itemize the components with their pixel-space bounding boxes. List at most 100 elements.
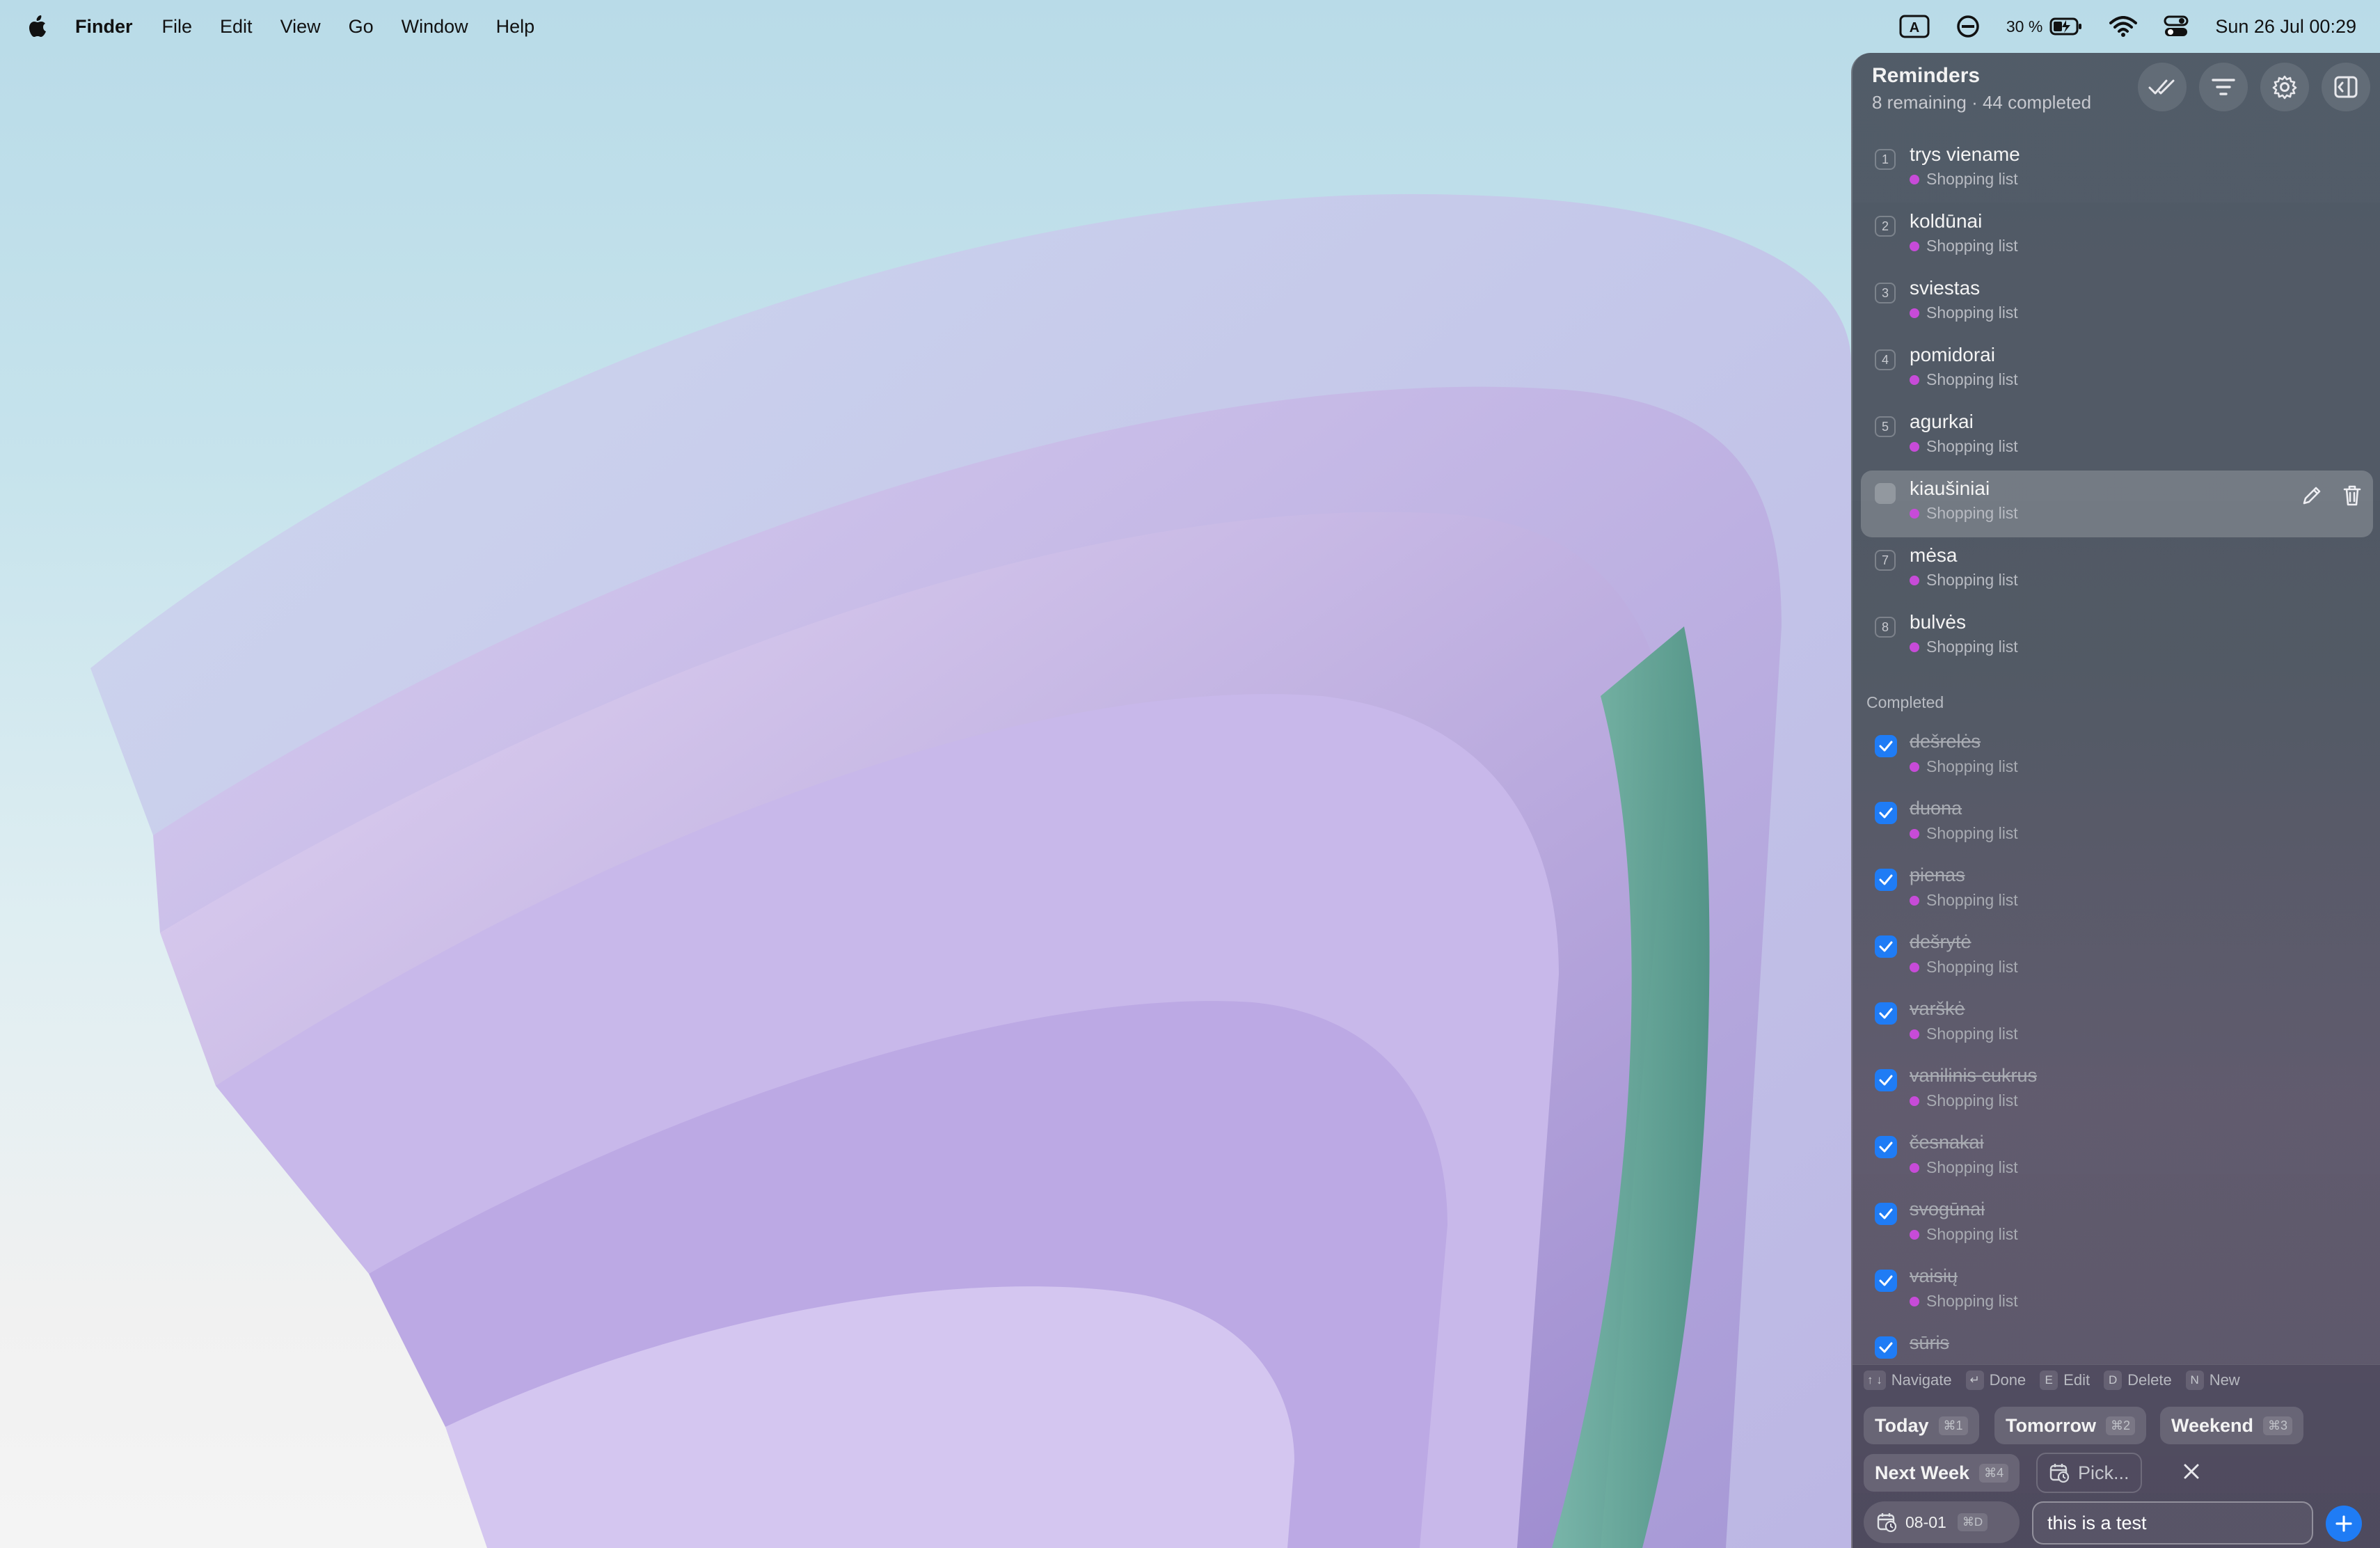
reminder-index[interactable]: 5: [1875, 416, 1896, 437]
reminder-list: Shopping list: [1910, 370, 2018, 389]
reminder-list-label: Shopping list: [1926, 958, 2018, 976]
due-date-chip[interactable]: 08-01 ⌘D: [1864, 1501, 2020, 1543]
chip-label: Weekend: [2171, 1414, 2254, 1436]
completed-row[interactable]: dešrytė Shopping list: [1861, 926, 2373, 993]
reminder-list-label: Shopping list: [1926, 504, 2018, 522]
mark-all-done-button[interactable]: [2138, 63, 2187, 111]
reminder-list-label: Shopping list: [1926, 237, 2018, 255]
reminder-list: Shopping list: [1910, 237, 2018, 255]
toggle-sidebar-button[interactable]: [2322, 63, 2370, 111]
completed-row[interactable]: varškė Shopping list: [1861, 993, 2373, 1059]
apple-menu-icon[interactable]: [26, 13, 50, 40]
reminder-row[interactable]: 1 trys viename Shopping list: [1861, 136, 2373, 203]
completed-row[interactable]: svogūnai Shopping list: [1861, 1193, 2373, 1260]
quick-date-today-button[interactable]: Today ⌘1: [1864, 1407, 1979, 1444]
checked-checkbox-icon[interactable]: [1875, 1336, 1897, 1359]
menu-edit[interactable]: Edit: [220, 16, 253, 38]
list-color-dot: [1910, 1296, 1919, 1306]
list-color-dot: [1910, 1162, 1919, 1173]
reminder-index[interactable]: 7: [1875, 550, 1896, 571]
double-check-icon: [2148, 78, 2176, 96]
menu-app-name[interactable]: Finder: [75, 16, 133, 38]
panel-title: Reminders: [1872, 64, 1981, 87]
wifi-icon[interactable]: [2109, 16, 2138, 37]
list-color-dot: [1910, 441, 1919, 452]
reminder-row[interactable]: 2 koldūnai Shopping list: [1861, 203, 2373, 270]
chip-shortcut: ⌘3: [2263, 1416, 2293, 1435]
quick-date-tomorrow-button[interactable]: Tomorrow ⌘2: [1994, 1407, 2147, 1444]
control-center-icon[interactable]: [2164, 15, 2189, 38]
delete-trash-icon[interactable]: [2342, 484, 2362, 507]
quick-date-weekend-button[interactable]: Weekend ⌘3: [2160, 1407, 2304, 1444]
reminder-list-label: Shopping list: [1926, 170, 2018, 188]
reminder-title: mėsa: [1910, 544, 1958, 566]
panel-header: Reminders 8 remaining · 44 completed: [1853, 53, 2380, 136]
completed-row[interactable]: česnakai Shopping list: [1861, 1126, 2373, 1193]
keyboard-input-icon[interactable]: A: [1899, 15, 1930, 38]
reminder-list-label: Shopping list: [1926, 891, 2018, 909]
checked-checkbox-icon[interactable]: [1875, 1069, 1897, 1091]
filter-icon: [2212, 77, 2235, 97]
completed-title: duona: [1910, 798, 1962, 819]
menu-window[interactable]: Window: [402, 16, 468, 38]
completed-row[interactable]: pienas Shopping list: [1861, 859, 2373, 926]
hint-label: New: [2209, 1371, 2240, 1389]
list-color-dot: [1910, 1029, 1919, 1039]
gear-icon: [2272, 74, 2297, 100]
completed-row[interactable]: vanilinis cukrus Shopping list: [1861, 1059, 2373, 1126]
reminder-index[interactable]: 1: [1875, 149, 1896, 170]
checked-checkbox-icon[interactable]: [1875, 1136, 1897, 1158]
reminder-checkbox[interactable]: [1875, 483, 1896, 504]
menu-help[interactable]: Help: [496, 16, 535, 38]
menu-clock[interactable]: Sun 26 Jul 00:29: [2215, 16, 2356, 38]
checked-checkbox-icon[interactable]: [1875, 935, 1897, 958]
plus-icon: [2335, 1515, 2353, 1533]
checked-checkbox-icon[interactable]: [1875, 735, 1897, 757]
hint-label: Navigate: [1891, 1371, 1952, 1389]
checked-checkbox-icon[interactable]: [1875, 869, 1897, 891]
completed-row[interactable]: vaisių Shopping list: [1861, 1260, 2373, 1327]
reminder-row[interactable]: 3 sviestas Shopping list: [1861, 270, 2373, 337]
edit-pencil-icon[interactable]: [2301, 484, 2323, 507]
menu-view[interactable]: View: [280, 16, 321, 38]
list-color-dot: [1910, 575, 1919, 585]
open-reminders-list: 1 trys viename Shopping list 2 koldūnai …: [1861, 136, 2373, 671]
reminder-index[interactable]: 8: [1875, 617, 1896, 638]
hint-key: N: [2185, 1371, 2204, 1390]
reminder-row[interactable]: 4 pomidorai Shopping list: [1861, 337, 2373, 404]
new-reminder-input[interactable]: [2032, 1501, 2313, 1545]
reminder-list: Shopping list: [1910, 303, 2018, 322]
clear-date-close-icon[interactable]: [2182, 1462, 2200, 1480]
reminder-list-label: Shopping list: [1926, 437, 2018, 455]
reminder-list: Shopping list: [1910, 504, 2018, 523]
focus-mode-icon[interactable]: [1956, 15, 1980, 38]
quick-date-next-week-button[interactable]: Next Week ⌘4: [1864, 1454, 2020, 1492]
checked-checkbox-icon[interactable]: [1875, 1002, 1897, 1025]
completed-row[interactable]: dešrelės Shopping list: [1861, 725, 2373, 792]
chip-shortcut: ⌘4: [1979, 1463, 2009, 1483]
filter-button[interactable]: [2199, 63, 2248, 111]
reminder-row[interactable]: 8 bulvės Shopping list: [1861, 604, 2373, 671]
completed-title: varškė: [1910, 998, 1965, 1019]
chip-label: Tomorrow: [2006, 1414, 2096, 1436]
checked-checkbox-icon[interactable]: [1875, 1270, 1897, 1292]
reminder-row[interactable]: 7 mėsa Shopping list: [1861, 537, 2373, 604]
reminder-index[interactable]: 2: [1875, 216, 1896, 237]
menu-file[interactable]: File: [162, 16, 193, 38]
reminder-list-label: Shopping list: [1926, 1025, 2018, 1043]
reminder-list: Shopping list: [1910, 1225, 2018, 1244]
completed-row[interactable]: duona Shopping list: [1861, 792, 2373, 859]
sidebar-icon: [2334, 76, 2358, 98]
reminder-row-hovered[interactable]: kiaušiniai Shopping list: [1861, 471, 2373, 537]
reminder-index[interactable]: 4: [1875, 349, 1896, 370]
reminder-index[interactable]: 3: [1875, 283, 1896, 303]
settings-button[interactable]: [2260, 63, 2309, 111]
battery-icon[interactable]: [2049, 17, 2083, 36]
menu-go[interactable]: Go: [349, 16, 374, 38]
add-reminder-button[interactable]: [2326, 1506, 2362, 1542]
checked-checkbox-icon[interactable]: [1875, 1203, 1897, 1225]
calendar-clock-icon: [2049, 1462, 2070, 1483]
reminder-row[interactable]: 5 agurkai Shopping list: [1861, 404, 2373, 471]
checked-checkbox-icon[interactable]: [1875, 802, 1897, 824]
pick-date-button[interactable]: Pick...: [2036, 1453, 2142, 1493]
